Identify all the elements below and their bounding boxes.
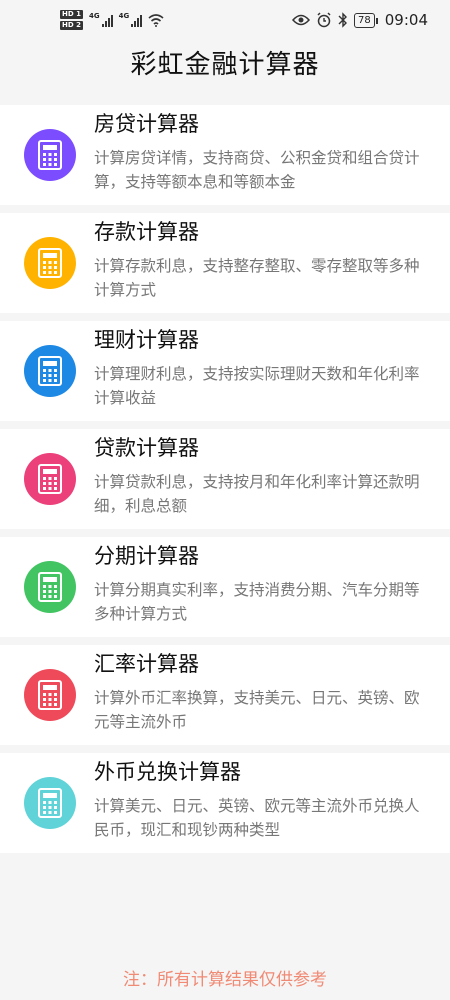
card-text: 分期计算器 计算分期真实利率，支持消费分期、汽车分期等多种计算方式 <box>94 544 450 626</box>
bluetooth-icon <box>338 12 348 28</box>
network-type-2: 4G <box>118 12 130 20</box>
card-title: 房贷计算器 <box>94 112 199 136</box>
status-right: 78 09:04 <box>292 11 428 29</box>
calculator-card[interactable]: 贷款计算器 计算贷款利息，支持按月和年化利率计算还款明细，利息总额 <box>0 429 450 529</box>
calculator-icon <box>38 140 62 170</box>
calculator-icon-circle <box>24 561 76 613</box>
calculator-icon-circle <box>24 345 76 397</box>
card-title: 外币兑换计算器 <box>94 760 241 784</box>
hd2-badge: HD 2 <box>60 21 83 30</box>
status-left: HD 1 HD 2 4G 4G <box>60 10 164 30</box>
card-description: 计算房贷详情，支持商贷、公积金贷和组合贷计算，支持等额本息和等额本金 <box>94 149 420 191</box>
calculator-icon-circle <box>24 777 76 829</box>
card-title: 汇率计算器 <box>94 652 199 676</box>
card-text: 汇率计算器 计算外币汇率换算，支持美元、日元、英镑、欧元等主流外币 <box>94 652 450 734</box>
calculator-icon-circle <box>24 129 76 181</box>
calculator-icon <box>38 356 62 386</box>
card-description: 计算分期真实利率，支持消费分期、汽车分期等多种计算方式 <box>94 581 420 623</box>
clock: 09:04 <box>384 11 428 29</box>
card-text: 理财计算器 计算理财利息，支持按实际理财天数和年化利率计算收益 <box>94 328 450 410</box>
signal-icon <box>101 13 113 27</box>
disclaimer-note: 注：所有计算结果仅供参考 <box>123 970 327 990</box>
network-type-1: 4G <box>88 12 100 20</box>
card-text: 贷款计算器 计算贷款利息，支持按月和年化利率计算还款明细，利息总额 <box>94 436 450 518</box>
status-bar: HD 1 HD 2 4G 4G 78 09:04 <box>0 0 450 40</box>
battery-indicator: 78 <box>354 12 378 28</box>
card-description: 计算外币汇率换算，支持美元、日元、英镑、欧元等主流外币 <box>94 689 420 731</box>
card-title: 存款计算器 <box>94 220 199 244</box>
hd-indicators: HD 1 HD 2 <box>60 10 83 30</box>
card-description: 计算理财利息，支持按实际理财天数和年化利率计算收益 <box>94 365 420 407</box>
card-description: 计算存款利息，支持整存整取、零存整取等多种计算方式 <box>94 257 420 299</box>
calculator-card[interactable]: 房贷计算器 计算房贷详情，支持商贷、公积金贷和组合贷计算，支持等额本息和等额本金 <box>0 105 450 205</box>
calculator-icon-circle <box>24 237 76 289</box>
calculator-card[interactable]: 存款计算器 计算存款利息，支持整存整取、零存整取等多种计算方式 <box>0 213 450 313</box>
alarm-icon <box>317 12 331 28</box>
wifi-icon <box>148 14 164 27</box>
card-text: 房贷计算器 计算房贷详情，支持商贷、公积金贷和组合贷计算，支持等额本息和等额本金 <box>94 112 450 194</box>
card-text: 存款计算器 计算存款利息，支持整存整取、零存整取等多种计算方式 <box>94 220 450 302</box>
card-description: 计算美元、日元、英镑、欧元等主流外币兑换人民币，现汇和现钞两种类型 <box>94 797 420 839</box>
card-title: 分期计算器 <box>94 544 199 568</box>
calculator-card[interactable]: 分期计算器 计算分期真实利率，支持消费分期、汽车分期等多种计算方式 <box>0 537 450 637</box>
hd1-badge: HD 1 <box>60 10 83 19</box>
eye-icon <box>292 14 311 26</box>
page-title: 彩虹金融计算器 <box>130 50 320 80</box>
card-description: 计算贷款利息，支持按月和年化利率计算还款明细，利息总额 <box>94 473 420 515</box>
calculator-card[interactable]: 外币兑换计算器 计算美元、日元、英镑、欧元等主流外币兑换人民币，现汇和现钞两种类… <box>0 753 450 853</box>
signal-icon <box>131 13 143 27</box>
calculator-icon-circle <box>24 453 76 505</box>
calculator-icon <box>38 248 62 278</box>
card-text: 外币兑换计算器 计算美元、日元、英镑、欧元等主流外币兑换人民币，现汇和现钞两种类… <box>94 760 450 842</box>
calculator-card[interactable]: 汇率计算器 计算外币汇率换算，支持美元、日元、英镑、欧元等主流外币 <box>0 645 450 745</box>
card-title: 贷款计算器 <box>94 436 199 460</box>
calculator-icon <box>38 572 62 602</box>
calculator-icon <box>38 680 62 710</box>
calculator-icon-circle <box>24 669 76 721</box>
card-title: 理财计算器 <box>94 328 199 352</box>
calculator-icon <box>38 788 62 818</box>
calculator-list: 房贷计算器 计算房贷详情，支持商贷、公积金贷和组合贷计算，支持等额本息和等额本金… <box>0 105 450 861</box>
calculator-card[interactable]: 理财计算器 计算理财利息，支持按实际理财天数和年化利率计算收益 <box>0 321 450 421</box>
calculator-icon <box>38 464 62 494</box>
